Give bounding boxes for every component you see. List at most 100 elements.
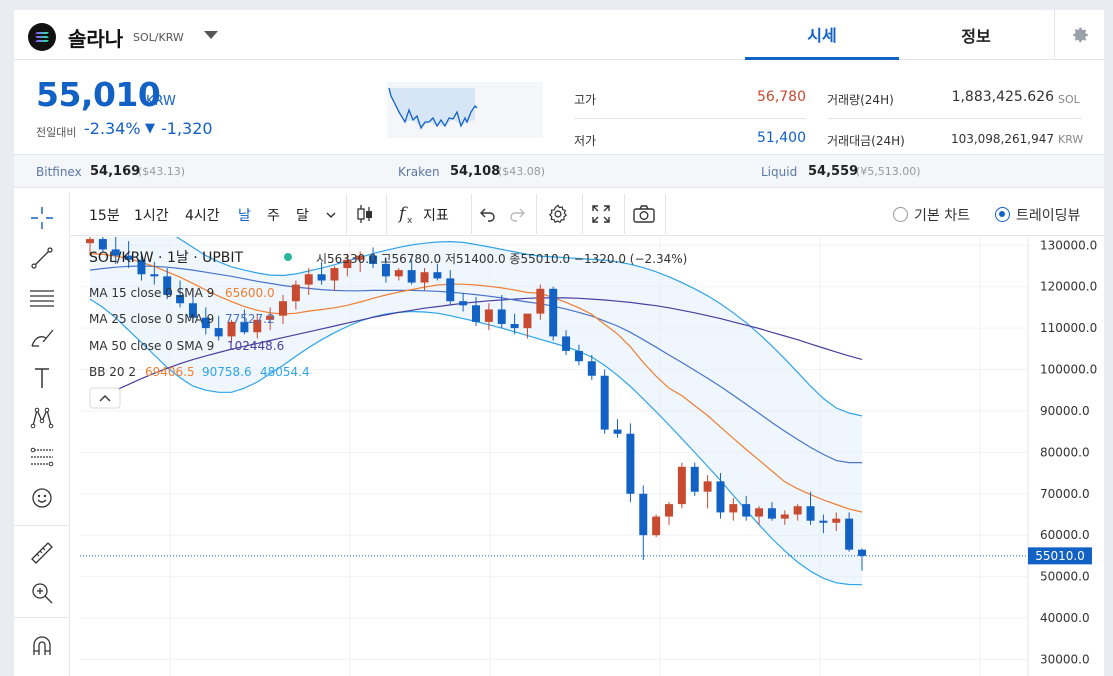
candle-body [729,504,738,513]
price-summary: 55,010 KRW 전일대비 -2.34% ▼ -1,320 고가 56,78… [14,61,1104,153]
current-price: 55,010 [36,75,161,114]
candle-body [150,274,159,277]
price-axis-tick-label: 50000.0 [1040,570,1090,584]
toolbar-divider [386,194,387,234]
text-icon [35,368,49,388]
fib-tool[interactable] [28,444,56,472]
high-value: 56,780 [757,89,806,105]
indicator-button[interactable]: 지표 [423,205,449,225]
candle-body [716,481,725,513]
market-status-dot-icon [284,253,292,261]
zoom-in-icon [32,583,53,604]
candle [665,502,673,525]
basic-chart-label[interactable]: 기본 차트 [914,205,970,225]
candle-body [279,301,287,316]
interval-1h[interactable]: 1시간 [134,205,169,225]
exchange-sub-price: (¥5,513.00) [856,165,921,178]
candle-type-icon[interactable] [355,203,375,225]
low-value: 51,400 [757,130,806,146]
candle-body [291,284,300,302]
solana-logo-icon [28,23,56,51]
pattern-tool[interactable] [28,404,56,432]
pattern-icon [30,407,54,429]
amount-unit: KRW [1058,133,1084,146]
change-amount: -1,320 [161,119,213,138]
drawing-tools-panel [14,192,70,676]
bb-basis-value: 69406.5 [145,365,195,379]
coin-name: 솔라나 [68,27,124,51]
candle-body [420,272,429,283]
candle-body [703,481,712,492]
chart-toolbar: 15분 1시간 4시간 날 주 달 f x 지표 기본 차트 트레이딩뷰 [14,192,1104,236]
candle [639,485,648,561]
stat-divider [574,118,806,119]
current-price-tag: 55010.0 [1028,547,1092,565]
candle [613,419,622,438]
ma50-legend-value: 102448.6 [227,339,284,353]
trendline-icon [31,247,53,269]
price-axis: 130000.0 120000.0 110000.0 100000.0 90000.0 8… [1040,238,1097,666]
stat-divider [827,118,1082,119]
low-label: 저가 [574,134,597,148]
volume-label: 거래량(24H) [827,93,894,107]
interval-15m[interactable]: 15분 [89,205,120,225]
undo-icon[interactable] [479,205,497,223]
interval-month[interactable]: 달 [296,205,309,225]
price-axis-tick-label: 40000.0 [1040,611,1090,625]
ma15-legend-value: 65600.0 [225,286,275,300]
zoom-tool[interactable] [28,579,56,607]
trendline-tool[interactable] [28,244,56,272]
price-axis-tick-label: 100000.0 [1040,363,1097,377]
symbol-title: SOL/KRW · 1날 · UPBIT [89,250,244,266]
interval-week[interactable]: 주 [267,205,280,225]
fullscreen-icon[interactable] [591,204,611,224]
camera-screenshot-icon[interactable] [632,204,656,224]
svg-text:x: x [407,216,413,225]
settings-button[interactable] [1054,10,1104,60]
smiley-icon [32,488,52,508]
crosshair-tool[interactable] [28,204,56,232]
interval-day[interactable]: 날 [238,205,251,225]
tab-info[interactable]: 정보 [899,10,1053,60]
interval-4h[interactable]: 4시간 [185,205,220,225]
candle-body [98,239,107,250]
candle-body [549,288,558,337]
candle-body [497,309,506,324]
candle-body [652,516,661,536]
price-chart[interactable]: 130000.0 120000.0 110000.0 100000.0 90000.0 8… [80,237,1104,676]
text-tool[interactable] [28,364,56,392]
legend-collapse-button[interactable] [89,387,121,409]
bb-lower-value: 48054.4 [260,365,310,379]
ma50-legend-label: MA 50 close 0 SMA 9 [89,339,214,353]
high-label: 고가 [574,93,597,107]
price-axis-tick-label: 60000.0 [1040,528,1090,542]
redo-icon[interactable] [508,205,526,223]
measure-tool[interactable] [28,539,56,567]
exchange-sub-price: ($43.13) [138,165,186,178]
toolbar-divider [536,194,537,234]
horizontal-lines-tool[interactable] [28,284,56,312]
ma25-legend-label: MA 25 close 0 SMA 9 [89,312,214,326]
candle-body [780,514,789,519]
candle [703,475,712,509]
tradingview-radio[interactable] [995,207,1010,222]
tab-price[interactable]: 시세 [745,10,899,60]
candle-body [767,508,776,519]
price-axis-tick-label: 110000.0 [1040,321,1097,335]
candle-body [574,350,583,362]
emoji-tool[interactable] [28,484,56,512]
basic-chart-radio[interactable] [893,207,908,222]
ma15-legend-label: MA 15 close 0 SMA 9 [89,286,214,300]
interval-more-chevron-icon[interactable] [325,210,337,220]
candle-body [742,504,751,517]
candle-body [446,278,455,302]
magnet-tool[interactable] [28,632,56,660]
candle-body [819,520,828,523]
exchange-price: 54,169 [90,164,141,179]
candle-body [677,466,686,505]
candle-body [407,270,416,283]
coin-select-chevron-icon[interactable] [204,31,218,39]
tradingview-label[interactable]: 트레이딩뷰 [1016,205,1080,225]
brush-tool[interactable] [28,324,56,352]
chart-settings-gear-icon[interactable] [547,203,569,225]
